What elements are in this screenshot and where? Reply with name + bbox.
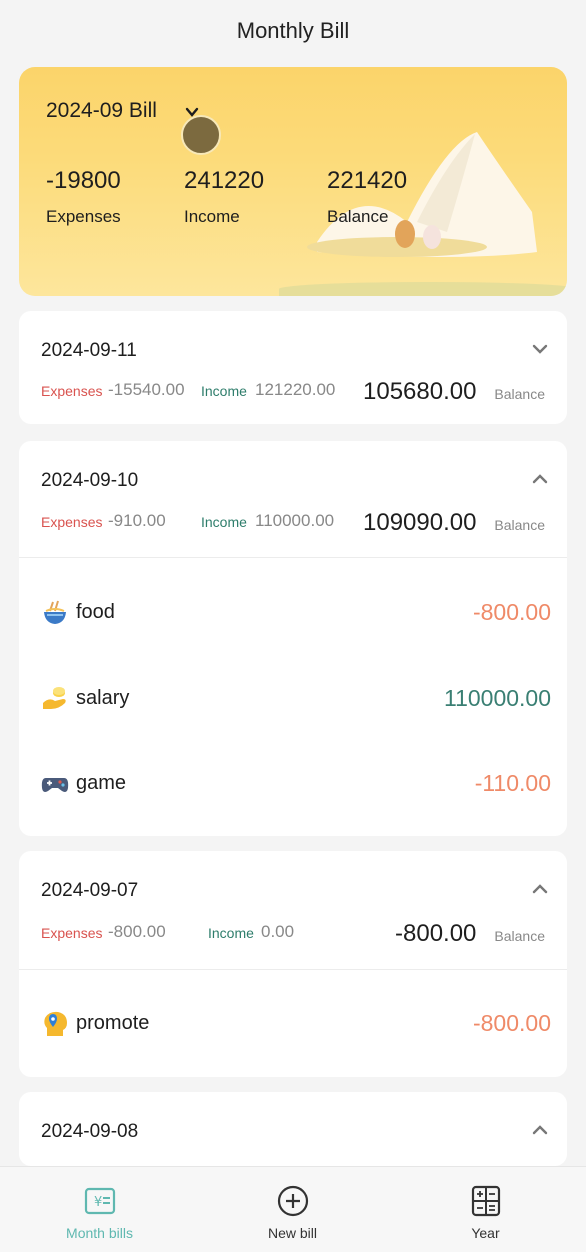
chevron-up-icon[interactable] bbox=[532, 883, 548, 895]
page-title: Monthly Bill bbox=[236, 18, 350, 43]
divider bbox=[19, 969, 567, 970]
bill-item[interactable]: game -110.00 bbox=[19, 764, 567, 804]
day-date: 2024-09-11 bbox=[41, 340, 137, 361]
day-income-label: Income bbox=[201, 514, 247, 530]
tab-new-bill[interactable]: New bill bbox=[195, 1167, 390, 1252]
day-income-value: 121220.00 bbox=[255, 380, 336, 399]
day-balance-label: Balance bbox=[494, 386, 545, 402]
ground-decoration bbox=[279, 282, 567, 296]
tab-year[interactable]: Year bbox=[388, 1167, 583, 1252]
day-income-label: Income bbox=[201, 383, 247, 399]
bottom-tab-bar: ¥ Month bills New bill Year bbox=[0, 1166, 586, 1252]
item-name: game bbox=[76, 772, 127, 794]
day-card[interactable]: 2024-09-07 Expenses -800.00 Income 0.00 … bbox=[19, 851, 567, 1077]
bill-item[interactable]: promote -800.00 bbox=[19, 1004, 567, 1044]
item-amount: 110000.00 bbox=[443, 685, 551, 711]
noodle-bowl-icon bbox=[44, 600, 66, 624]
item-name: food bbox=[76, 601, 115, 623]
day-card[interactable]: 2024-09-11 Expenses -15540.00 Income 121… bbox=[19, 311, 567, 424]
day-balance-value: -800.00 bbox=[395, 920, 477, 947]
bill-month-title[interactable]: 2024-09 Bill bbox=[46, 99, 157, 123]
day-expenses-value: -15540.00 bbox=[108, 380, 185, 399]
day-income-label: Income bbox=[208, 925, 254, 941]
gamepad-icon bbox=[41, 778, 69, 792]
plus-circle-icon bbox=[277, 1185, 309, 1217]
day-income-value: 110000.00 bbox=[255, 511, 335, 530]
item-name: promote bbox=[76, 1012, 150, 1034]
day-expenses-value: -910.00 bbox=[108, 511, 166, 530]
money-hand-icon bbox=[43, 687, 66, 709]
calculator-icon bbox=[471, 1185, 501, 1217]
monthly-bill-page: Monthly Bill 2024-09 Bill -19800 Expense… bbox=[0, 0, 586, 1252]
day-expenses-label: Expenses bbox=[41, 514, 103, 530]
item-name: salary bbox=[76, 687, 130, 709]
chevron-down-icon[interactable] bbox=[532, 343, 548, 355]
chevron-up-icon[interactable] bbox=[532, 473, 548, 485]
bill-item[interactable]: food -800.00 bbox=[19, 593, 567, 633]
chevron-up-icon[interactable] bbox=[532, 1124, 548, 1136]
day-balance-label: Balance bbox=[494, 928, 545, 944]
divider bbox=[19, 557, 567, 558]
bill-icon: ¥ bbox=[84, 1187, 116, 1215]
day-expenses-label: Expenses bbox=[41, 383, 103, 399]
day-expenses-value: -800.00 bbox=[108, 922, 166, 941]
income-label: Income bbox=[184, 207, 240, 226]
tab-label: Year bbox=[471, 1225, 500, 1241]
item-amount: -800.00 bbox=[472, 1010, 551, 1036]
balance-label: Balance bbox=[327, 207, 389, 226]
day-date: 2024-09-08 bbox=[41, 1121, 139, 1142]
day-expenses-label: Expenses bbox=[41, 925, 103, 941]
expenses-label: Expenses bbox=[46, 207, 121, 226]
day-income-value: 0.00 bbox=[261, 922, 295, 941]
item-amount: -800.00 bbox=[472, 599, 551, 625]
day-card[interactable]: 2024-09-10 Expenses -910.00 Income 11000… bbox=[19, 441, 567, 836]
day-date: 2024-09-10 bbox=[41, 470, 139, 491]
item-amount: -110.00 bbox=[474, 770, 551, 796]
tab-label: Month bills bbox=[66, 1225, 133, 1241]
head-pin-icon bbox=[44, 1011, 67, 1036]
touch-indicator bbox=[181, 115, 221, 155]
balance-total: 221420 bbox=[327, 167, 408, 194]
month-summary-card: 2024-09 Bill -19800 Expenses 241220 Inco… bbox=[19, 67, 567, 296]
day-balance-value: 105680.00 bbox=[363, 378, 477, 405]
tab-month-bills[interactable]: ¥ Month bills bbox=[2, 1167, 197, 1252]
day-card[interactable]: 2024-09-08 bbox=[19, 1092, 567, 1166]
svg-text:¥: ¥ bbox=[94, 1195, 102, 1210]
day-balance-label: Balance bbox=[494, 517, 545, 533]
income-total: 241220 bbox=[184, 167, 265, 194]
expenses-total: -19800 bbox=[46, 167, 121, 194]
bill-item[interactable]: salary 110000.00 bbox=[19, 679, 567, 719]
day-balance-value: 109090.00 bbox=[363, 509, 477, 536]
tab-label: New bill bbox=[267, 1225, 317, 1241]
day-date: 2024-09-07 bbox=[41, 880, 139, 901]
